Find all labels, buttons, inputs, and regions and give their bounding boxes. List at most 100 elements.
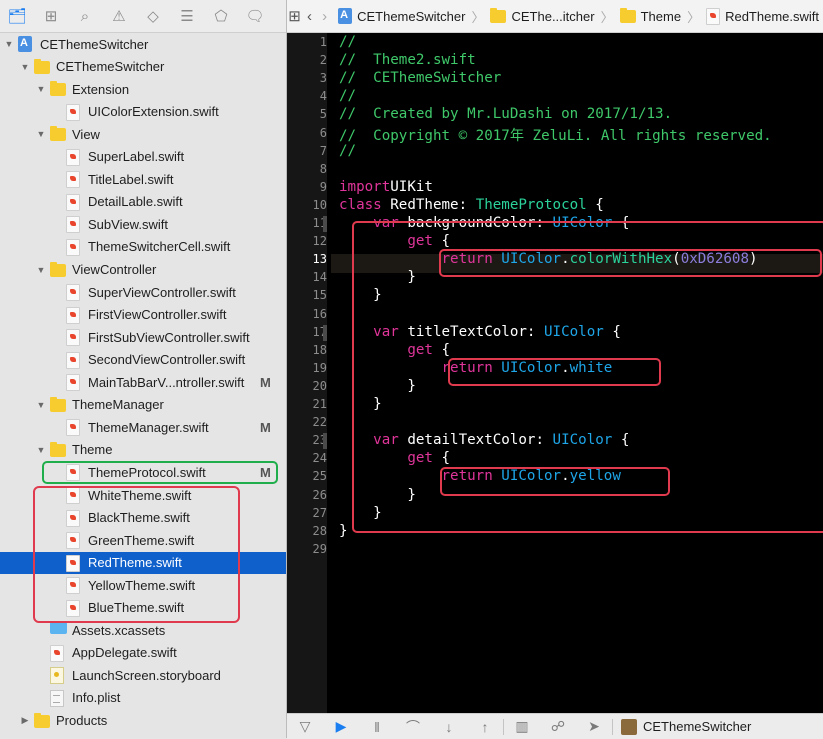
tree-group[interactable]: ▼ CEThemeSwitcher (0, 56, 287, 78)
tree-file[interactable]: FirstViewController.swift (0, 304, 287, 326)
line-number[interactable]: 10 (295, 198, 327, 212)
tree-file[interactable]: UIColorExtension.swift (0, 101, 287, 123)
view-hierarchy-icon[interactable]: ▥ (504, 718, 540, 735)
disclosure-expanded-icon[interactable]: ▼ (4, 39, 14, 49)
pause-icon[interactable]: ‖ (359, 719, 395, 735)
related-items-icon[interactable]: ⊞ (287, 0, 302, 32)
project-navigator-icon[interactable]: 🗂︎ (0, 0, 34, 32)
line-number[interactable]: 25 (295, 469, 327, 483)
tree-group[interactable]: ▼ ViewController (0, 259, 287, 281)
test-navigator-icon[interactable]: ◇ (136, 0, 170, 32)
disclosure-expanded-icon[interactable]: ▼ (20, 62, 30, 72)
line-number[interactable]: 28 (295, 524, 327, 538)
tree-file[interactable]: AppDelegate.swift (0, 642, 287, 664)
line-number[interactable]: 22 (295, 415, 327, 429)
line-number[interactable]: 27 (295, 506, 327, 520)
annotation-red-box-themes (33, 486, 240, 623)
line-number[interactable]: 5 (295, 107, 327, 121)
disclosure-collapsed-icon[interactable]: ▶ (20, 715, 30, 726)
forward-button[interactable]: › (317, 0, 332, 32)
line-number[interactable]: 20 (295, 379, 327, 393)
tree-group[interactable]: ▼ ThemeManager (0, 394, 287, 416)
line-number[interactable]: 3 (295, 71, 327, 85)
simulate-location-icon[interactable]: ➤ (576, 718, 612, 735)
tree-file[interactable]: SecondViewController.swift (0, 349, 287, 371)
line-number[interactable]: 24 (295, 451, 327, 465)
line-number[interactable]: 15 (295, 288, 327, 302)
disclosure-expanded-icon[interactable]: ▼ (36, 84, 46, 94)
tree-group[interactable]: ▼ Theme (0, 439, 287, 461)
tree-group[interactable]: ▼ Extension (0, 78, 287, 100)
tree-file[interactable]: FirstSubViewController.swift (0, 326, 287, 348)
breakpoints-toggle-icon[interactable]: ▶ (323, 718, 359, 735)
source-editor[interactable]: 1 2 3 4 5 6 7 8 9 10 11 12 13 14 15 16 17 18 19 20 21 22 23 24 2… (287, 33, 823, 713)
scm-status-badge: M (260, 419, 271, 435)
tree-item-label: CEThemeSwitcher (40, 36, 149, 52)
line-number[interactable]: 19 (295, 361, 327, 375)
breadcrumb-item[interactable]: CEThe...itcher (490, 7, 595, 24)
swift-icon (66, 216, 80, 234)
tree-item-label: Extension (72, 81, 130, 97)
debug-navigator-icon[interactable]: ☰ (170, 0, 204, 32)
breadcrumb-item[interactable]: CEThemeSwitcher (338, 8, 465, 24)
issue-navigator-icon[interactable]: ⚠︎ (102, 0, 136, 32)
line-number[interactable]: 7 (295, 144, 327, 158)
tree-item-label: Info.plist (72, 690, 121, 706)
debug-bar-separator (612, 718, 613, 735)
tree-file[interactable]: SubView.swift (0, 213, 287, 235)
tree-file[interactable]: ThemeSwitcherCell.swift (0, 236, 287, 258)
line-number[interactable]: 21 (295, 397, 327, 411)
swift-icon (50, 644, 64, 662)
memory-graph-icon[interactable]: ☍ (540, 718, 576, 735)
project-navigator: 🗂︎ ⊞ ⌕ ⚠︎ ◇ ☰ ⬠ 🗨︎ ▼ CEThemeSwitcher ▼ CETh… (0, 0, 287, 738)
line-number[interactable]: 4 (295, 89, 327, 103)
line-number[interactable]: 6 (295, 126, 327, 140)
line-number[interactable]: 12 (295, 234, 327, 248)
disclosure-expanded-icon[interactable]: ▼ (36, 129, 46, 139)
line-number[interactable]: 26 (295, 488, 327, 502)
tree-file[interactable]: MainTabBarV...ntroller.swift M (0, 371, 287, 393)
line-number[interactable]: 29 (295, 542, 327, 556)
scheme-label[interactable]: CEThemeSwitcher (643, 719, 751, 734)
symbol-navigator-icon[interactable]: ⊞ (34, 0, 68, 32)
line-number[interactable]: 8 (295, 162, 327, 176)
tree-group[interactable]: ▼ CEThemeSwitcher (0, 33, 287, 55)
breadcrumb-label: RedTheme.swift (725, 8, 819, 24)
tree-file[interactable]: ThemeManager.swift M (0, 416, 287, 438)
back-button[interactable]: ‹ (302, 0, 317, 32)
disclosure-expanded-icon[interactable]: ▼ (36, 400, 46, 410)
report-navigator-icon[interactable]: 🗨︎ (238, 0, 272, 32)
line-number[interactable]: 9 (295, 180, 327, 194)
line-number[interactable]: 2 (295, 53, 327, 67)
scm-status-badge: M (260, 374, 271, 390)
find-navigator-icon[interactable]: ⌕ (68, 0, 102, 32)
change-marker (323, 433, 327, 450)
tree-group[interactable]: ▼ View (0, 123, 287, 145)
breadcrumb-item[interactable]: RedTheme.swift (706, 7, 819, 25)
step-out-icon[interactable]: ↑ (467, 719, 503, 735)
tree-file[interactable]: TitleLabel.swift (0, 168, 287, 190)
line-number[interactable]: 14 (295, 270, 327, 284)
breadcrumb-label: Theme (640, 8, 682, 24)
breadcrumb-label: CEThemeSwitcher (357, 8, 466, 24)
jump-bar: ⊞ ‹ › CEThemeSwitcher 〉 CEThe...itcher 〉 The… (287, 0, 823, 33)
breakpoint-navigator-icon[interactable]: ⬠ (204, 0, 238, 32)
hide-debug-area-icon[interactable]: ▽ (287, 718, 323, 735)
tree-file[interactable]: Info.plist (0, 687, 287, 709)
line-number[interactable]: 16 (295, 307, 327, 321)
tree-file[interactable]: LaunchScreen.storyboard (0, 664, 287, 686)
annotation-red-box-detail-color (440, 467, 670, 496)
step-over-icon[interactable]: ⌒ (395, 717, 431, 737)
tree-file[interactable]: SuperViewController.swift (0, 281, 287, 303)
tree-group[interactable]: ▶ Products (0, 710, 287, 732)
disclosure-expanded-icon[interactable]: ▼ (36, 445, 46, 455)
step-into-icon[interactable]: ↓ (431, 719, 467, 735)
line-number[interactable]: 1 (295, 35, 327, 49)
breadcrumb-item[interactable]: Theme (619, 7, 682, 24)
tree-file[interactable]: DetailLable.swift (0, 191, 287, 213)
tree-file[interactable]: SuperLabel.swift (0, 146, 287, 168)
line-number[interactable]: 18 (295, 343, 327, 357)
line-number[interactable]: 13 (295, 252, 327, 266)
project-icon (18, 36, 32, 52)
disclosure-expanded-icon[interactable]: ▼ (36, 265, 46, 275)
